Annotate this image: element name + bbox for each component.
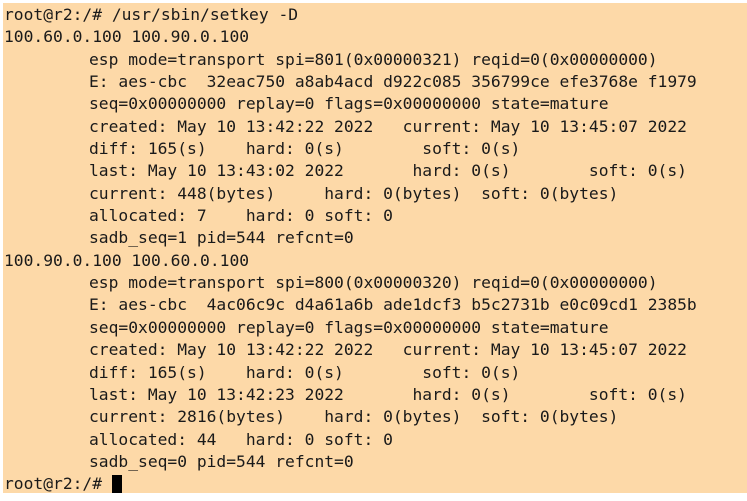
sa-line: E: aes-cbc 4ac06c9c d4a61a6b ade1dcf3 b5… [89,295,697,315]
text-cursor [112,475,123,493]
command-line: root@r2:/# /usr/sbin/setkey -D [4,5,299,24]
sa-header: 100.90.0.100 100.60.0.100 [4,250,250,270]
sa-line: E: aes-cbc 32eac750 a8ab4acd d922c085 35… [89,72,697,92]
sa-line: last: May 10 13:43:02 2022 hard: 0(s) so… [89,161,687,181]
prompt: root@r2:/# [4,474,103,493]
sa-line: created: May 10 13:42:22 2022 current: M… [89,116,687,136]
sa-line: esp mode=transport spi=800(0x00000320) r… [89,273,658,293]
terminal-window[interactable]: root@r2:/# /usr/sbin/setkey -D 100.60.0.… [3,3,747,493]
sa-line: diff: 165(s) hard: 0(s) soft: 0(s) [89,139,521,159]
sa-line: sadb_seq=1 pid=544 refcnt=0 [89,228,354,248]
sa-header: 100.60.0.100 100.90.0.100 [4,27,250,47]
prompt-line[interactable]: root@r2:/# [3,473,747,493]
sa-line: last: May 10 13:42:23 2022 hard: 0(s) so… [89,384,687,404]
sa-line: seq=0x00000000 replay=0 flags=0x00000000… [89,317,609,337]
sa-line: sadb_seq=0 pid=544 refcnt=0 [89,451,354,471]
sa-line: allocated: 7 hard: 0 soft: 0 [89,206,393,226]
sa-line: created: May 10 13:42:22 2022 current: M… [89,340,687,360]
sa-line: diff: 165(s) hard: 0(s) soft: 0(s) [89,362,521,382]
sa-line: current: 448(bytes) hard: 0(bytes) soft:… [89,183,619,203]
sa-line: seq=0x00000000 replay=0 flags=0x00000000… [89,94,609,114]
sa-line: esp mode=transport spi=801(0x00000321) r… [89,49,658,69]
sa-line: current: 2816(bytes) hard: 0(bytes) soft… [89,407,619,427]
sa-line: allocated: 44 hard: 0 soft: 0 [89,429,393,449]
